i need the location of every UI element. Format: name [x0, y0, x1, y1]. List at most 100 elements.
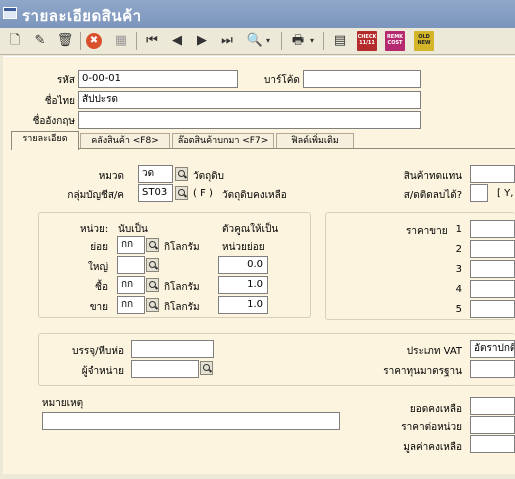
toolbar-separator	[281, 32, 282, 50]
unit-row-label: ใหญ่	[88, 262, 108, 273]
account-group-code-field[interactable]: ST03	[138, 184, 173, 202]
unit-count-heading: นับเป็น	[118, 224, 148, 235]
unit-row-label: ซื้อ	[95, 282, 108, 293]
last-record-icon[interactable]: ⏭	[217, 31, 237, 51]
unit-name: กิโลกรัม	[164, 282, 200, 293]
substitute-label: สินค้าทดแทน	[403, 171, 462, 182]
tab-extra-fields[interactable]: ฟิลด์เพิ่มเติม	[276, 133, 354, 149]
old-new-badge-icon[interactable]: OLD NEW	[414, 31, 434, 51]
category-search-icon[interactable]	[175, 167, 188, 181]
next-record-icon[interactable]: ▶	[192, 31, 212, 51]
unit-row-label: ขาย	[89, 302, 108, 313]
toolbar-separator	[136, 32, 137, 50]
unit-name: กิโลกรัม	[164, 242, 200, 253]
thai-name-field[interactable]: สัปปะรด	[78, 91, 421, 109]
unit-price-label: ราคาต่อหน่วย	[401, 422, 462, 433]
vat-field[interactable]: อัตราปกติ	[470, 340, 515, 358]
substitute-field[interactable]	[470, 165, 515, 183]
edit-icon[interactable]: ✎	[30, 31, 50, 51]
unit-factor-field[interactable]: 1.0	[218, 296, 268, 314]
negative-stock-label: ส/ดติดลบได้?	[403, 190, 462, 201]
print-dropdown-icon[interactable]: ▾	[308, 31, 316, 51]
category-name: วัตถุดิบ	[193, 171, 225, 182]
cancel-icon[interactable]: ✖	[86, 33, 102, 49]
multiplier-heading: ตัวคูณให้เป็น	[222, 224, 279, 235]
toolbar-separator	[80, 32, 81, 50]
package-field[interactable]	[131, 340, 214, 358]
price-level-label: 2	[455, 244, 462, 255]
account-group-search-icon[interactable]	[175, 186, 188, 200]
unit-search-icon[interactable]	[146, 258, 159, 272]
english-name-label: ชื่ออังกฤษ	[32, 116, 75, 127]
tab-lots[interactable]: ล๊อตสินค้าบกมา <F7>	[172, 133, 274, 149]
price-level-2-field[interactable]	[470, 240, 515, 258]
search-dropdown-icon[interactable]: ▾	[264, 31, 272, 51]
title-bar: รายละเอียดสินค้า	[0, 0, 515, 28]
barcode-label: บาร์โค้ด	[264, 75, 300, 86]
multiplier-subheading: หน่วยย่อย	[222, 242, 265, 253]
price-level-5-field[interactable]	[470, 300, 515, 318]
category-code-field[interactable]: วด	[138, 165, 173, 183]
standard-cost-label: ราคาทุนมาตรฐาน	[383, 366, 462, 377]
price-label: ราคาขาย	[406, 226, 448, 237]
calculator-icon[interactable]: ▤	[330, 31, 350, 51]
toolbar: 🗋 ✎ 🗑 ✖ ▦ ⏮ ◀ ▶ ⏭ 🔍 ▾ 🖶 ▾ ▤ CHECK 11/11 …	[0, 28, 515, 55]
balance-amount-field[interactable]	[470, 435, 515, 453]
toolbar-separator	[323, 32, 324, 50]
account-group-label: กลุ่มบัญชีส/ค	[67, 190, 124, 201]
status-strip	[0, 474, 515, 479]
tab-details[interactable]: รายละเอียด	[11, 131, 79, 150]
price-level-label: 1	[455, 224, 462, 235]
category-label: หมวด	[98, 171, 124, 182]
vendor-field[interactable]	[131, 360, 199, 378]
tab-warehouse[interactable]: คลังสินค้า <F8>	[80, 133, 170, 149]
check-badge-icon[interactable]: CHECK 11/11	[357, 31, 377, 51]
english-name-field[interactable]	[78, 111, 421, 129]
unit-name: กิโลกรัม	[164, 302, 200, 313]
vat-label: ประเภท VAT	[406, 346, 462, 357]
print-icon[interactable]: 🖶	[288, 31, 308, 51]
barcode-field[interactable]	[303, 70, 421, 88]
cost-badge-icon[interactable]: REMK COST	[385, 31, 405, 51]
new-icon[interactable]: 🗋	[5, 31, 25, 51]
search-icon[interactable]: 🔍	[245, 31, 265, 51]
unit-code-field[interactable]: กก	[117, 276, 145, 294]
unit-price-field[interactable]	[470, 416, 515, 434]
code-label: รหัส	[56, 75, 75, 86]
first-record-icon[interactable]: ⏮	[142, 31, 162, 51]
negative-stock-field[interactable]	[470, 184, 488, 202]
price-level-label: 5	[455, 304, 462, 315]
balance-label: ยอดคงเหลือ	[409, 404, 462, 415]
unit-search-icon[interactable]	[146, 278, 159, 292]
unit-code-field[interactable]: กก	[117, 296, 145, 314]
unit-factor-field[interactable]: 1.0	[218, 276, 268, 294]
balance-field[interactable]	[470, 397, 515, 415]
save-icon[interactable]: ▦	[111, 31, 131, 51]
price-level-label: 4	[455, 284, 462, 295]
unit-heading: หน่วย:	[80, 224, 109, 235]
price-level-4-field[interactable]	[470, 280, 515, 298]
remark-field[interactable]	[42, 412, 340, 430]
previous-record-icon[interactable]: ◀	[167, 31, 187, 51]
window-title: รายละเอียดสินค้า	[22, 7, 142, 25]
tab-divider	[11, 148, 515, 149]
unit-search-icon[interactable]	[146, 298, 159, 312]
package-label: บรรจุ/หีบห่อ	[72, 346, 124, 357]
price-level-3-field[interactable]	[470, 260, 515, 278]
unit-code-field[interactable]	[117, 256, 145, 274]
unit-search-icon[interactable]	[146, 238, 159, 252]
delete-icon[interactable]: 🗑	[55, 31, 75, 51]
thai-name-label: ชื่อไทย	[44, 96, 75, 107]
price-level-label: 3	[455, 264, 462, 275]
code-field[interactable]: 0-00-01	[78, 70, 238, 88]
unit-code-field[interactable]: กก	[117, 236, 145, 254]
negative-stock-hint: [ Y,	[497, 188, 514, 199]
price-level-1-field[interactable]	[470, 220, 515, 238]
vendor-search-icon[interactable]	[200, 361, 213, 375]
vendor-label: ผู้จำหน่าย	[81, 366, 124, 377]
unit-factor-field[interactable]: 0.0	[218, 256, 268, 274]
window-icon	[3, 7, 17, 19]
account-group-type: ( F )	[193, 188, 213, 199]
standard-cost-field[interactable]	[470, 360, 515, 378]
unit-row-label: ย่อย	[90, 242, 108, 253]
